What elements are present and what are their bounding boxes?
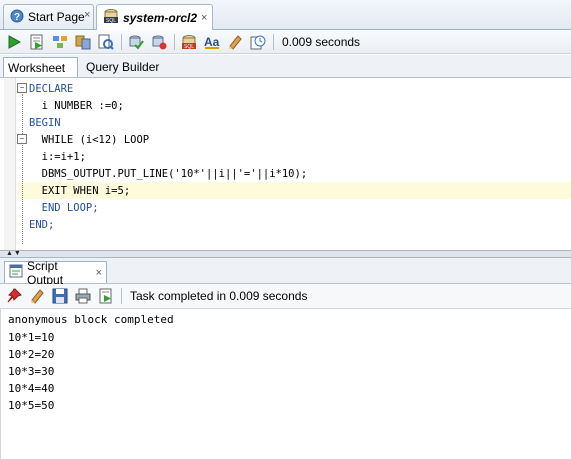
tab-label: Script Output	[27, 258, 64, 287]
tab-label: Start Page	[28, 10, 85, 24]
sql-history-icon[interactable]	[249, 34, 267, 50]
fold-guide	[22, 94, 23, 244]
toolbar-separator	[121, 33, 122, 50]
svg-text:SQL: SQL	[184, 44, 194, 50]
code-text: i:=i+1;	[29, 151, 86, 163]
code-text: EXIT WHEN i=5;	[29, 185, 131, 197]
fold-collapse-icon[interactable]: −	[17, 134, 27, 144]
sql-tuning-icon[interactable]	[97, 34, 115, 50]
editor-gutter	[4, 78, 16, 250]
tab-script-output[interactable]: Script Output ×	[4, 259, 107, 287]
code-line: EXIT WHEN i=5;	[29, 183, 131, 200]
tab-worksheet[interactable]: Worksheet	[3, 57, 78, 77]
tab-label: system-orcl2	[123, 10, 198, 25]
code-text: DBMS_OUTPUT.PUT_LINE('10*'||i||'='||i*10…	[29, 168, 308, 180]
svg-text:?: ?	[14, 12, 20, 23]
sql-worksheet-icon: SQL	[103, 8, 119, 27]
clear-icon[interactable]	[226, 34, 244, 50]
sql-editor[interactable]: − − DECLARE i NUMBER :=0; BEGIN WHILE (i…	[0, 78, 571, 250]
explain-plan-icon[interactable]	[51, 34, 69, 50]
code-text: BEGIN	[29, 117, 61, 129]
rollback-icon[interactable]	[150, 34, 168, 50]
svg-text:Aa: Aa	[204, 35, 220, 49]
close-icon[interactable]: ×	[96, 267, 102, 279]
close-icon[interactable]: ×	[201, 12, 207, 24]
open-in-editor-icon[interactable]	[97, 288, 115, 304]
toolbar-separator	[273, 33, 274, 50]
toolbar-separator	[121, 288, 122, 304]
fold-collapse-icon[interactable]: −	[17, 83, 27, 93]
worksheet-tab-bar: Worksheet Query Builder	[0, 55, 571, 78]
execution-time: 0.009 seconds	[282, 34, 361, 49]
tab-start-page[interactable]: ? Start Page	[3, 4, 94, 29]
output-toolbar: Task completed in 0.009 seconds	[0, 284, 571, 309]
close-icon[interactable]: ×	[84, 9, 90, 21]
output-line: 10*1=10	[8, 331, 55, 344]
run-statement-icon[interactable]	[5, 34, 23, 50]
run-script-icon[interactable]	[28, 34, 46, 50]
worksheet-toolbar: SQL Aa 0.009 seconds	[0, 30, 571, 54]
tab-worksheet-connection[interactable]: SQL system-orcl2 ×	[96, 4, 213, 30]
output-line: 10*5=50	[8, 399, 55, 412]
output-line: 10*2=20	[8, 348, 55, 361]
code-text: i NUMBER :=0;	[29, 100, 124, 112]
to-upper-lower-case-icon[interactable]: Aa	[203, 34, 221, 50]
code-text: WHILE (i<12) LOOP	[29, 134, 150, 146]
help-icon: ?	[10, 9, 24, 26]
autotrace-icon[interactable]	[74, 34, 92, 50]
code-text: END LOOP;	[29, 202, 99, 214]
unshared-sql-worksheet-icon[interactable]: SQL	[180, 34, 198, 50]
panel-splitter[interactable]: ▲▼	[0, 250, 571, 258]
svg-text:SQL: SQL	[106, 18, 116, 24]
output-tab-bar: Script Output ×	[0, 258, 571, 287]
task-status: Task completed in 0.009 seconds	[130, 289, 308, 303]
output-line: anonymous block completed	[8, 313, 174, 326]
code-line: DECLARE	[29, 81, 73, 98]
code-line: i NUMBER :=0;	[29, 98, 124, 115]
pin-icon[interactable]	[5, 288, 23, 304]
toolbar-separator	[174, 33, 175, 50]
code-text: DECLARE	[29, 83, 74, 95]
tab-query-builder[interactable]: Query Builder	[82, 57, 163, 77]
splitter-arrows-icon[interactable]: ▲▼	[6, 250, 22, 257]
save-icon[interactable]	[51, 288, 69, 304]
output-line: 10*4=40	[8, 382, 55, 395]
code-line: BEGIN	[29, 115, 61, 132]
code-line: DBMS_OUTPUT.PUT_LINE('10*'||i||'='||i*10…	[29, 166, 308, 183]
script-output-icon	[9, 264, 23, 281]
code-line: i:=i+1;	[29, 149, 86, 166]
code-line: END;	[29, 217, 54, 234]
clear-output-icon[interactable]	[28, 288, 46, 304]
document-tab-bar: ? Start Page SQL system-orcl2 × ×	[0, 0, 571, 30]
commit-icon[interactable]	[127, 34, 145, 50]
script-output-area[interactable]: anonymous block completed 10*1=10 10*2=2…	[0, 309, 571, 459]
print-icon[interactable]	[74, 288, 92, 304]
code-text: END;	[29, 219, 55, 231]
output-line: 10*3=30	[8, 365, 55, 378]
code-line: WHILE (i<12) LOOP	[29, 132, 149, 149]
code-line: END LOOP;	[29, 200, 99, 217]
